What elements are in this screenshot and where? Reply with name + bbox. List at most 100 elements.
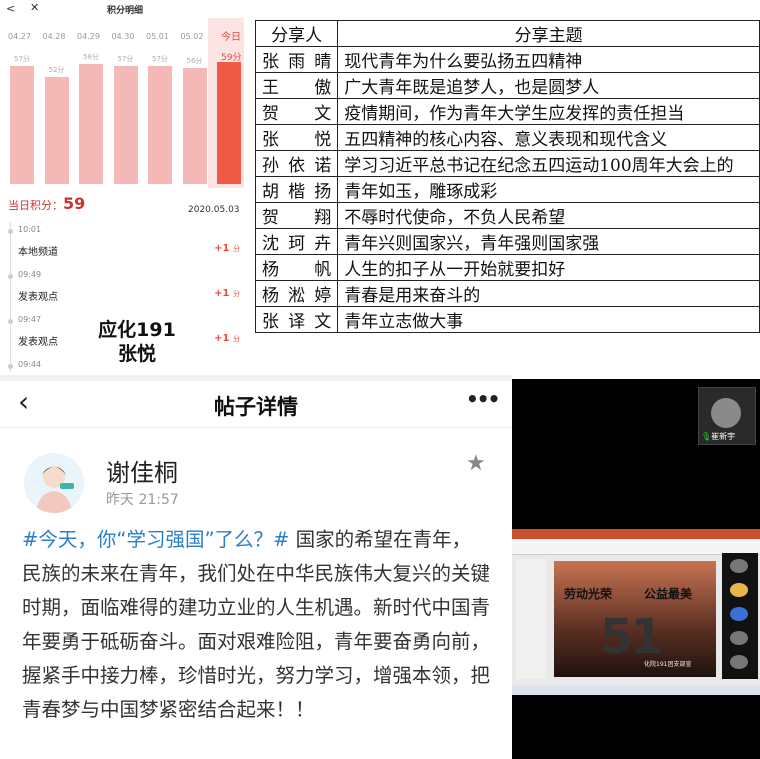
today-points-label: 当日积分： bbox=[8, 199, 63, 212]
points-bar bbox=[182, 68, 207, 184]
sharer-name: 孙依诺 bbox=[254, 150, 339, 177]
table-row: 杨帆 人生的扣子从一开始就要扣好 bbox=[254, 254, 760, 281]
signature-line-name: 张悦 bbox=[117, 343, 156, 365]
os-taskbar bbox=[512, 685, 760, 695]
table-row: 贺文 疫情期间，作为青年大学生应发挥的责任担当 bbox=[254, 98, 760, 125]
table-header-row: 分享人 分享主题 bbox=[254, 20, 760, 47]
sharer-name: 杨帆 bbox=[254, 254, 339, 281]
star-icon[interactable]: ★ bbox=[466, 451, 486, 476]
event-gain-unit: 分 bbox=[233, 245, 240, 253]
bar-date-label: 05.01 bbox=[146, 32, 169, 41]
bar-date-label: 04.30 bbox=[111, 32, 135, 41]
share-topic: 青春是用来奋斗的 bbox=[337, 280, 760, 307]
today-points-value: 59 bbox=[63, 194, 86, 213]
share-topic: 不辱时代使命，不负人民希望 bbox=[337, 202, 760, 229]
video-call-panel: 🎙崔新宇 劳动光荣 公益最美 51 化院191团支部宣 bbox=[512, 379, 760, 759]
bar-date-label: 05.02 bbox=[180, 32, 204, 41]
more-icon[interactable]: ••• bbox=[466, 387, 500, 411]
ppt-slide: 劳动光荣 公益最美 51 化院191团支部宣 bbox=[554, 561, 716, 677]
post-time: 昨天 21:57 bbox=[106, 492, 179, 508]
share-topic: 青年立志做大事 bbox=[337, 306, 760, 333]
table-row: 张悦 五四精神的核心内容、意义表现和现代含义 bbox=[254, 124, 760, 151]
header-sharer: 分享人 bbox=[254, 20, 339, 47]
share-topic: 人生的扣子从一开始就要扣好 bbox=[337, 254, 760, 281]
participant-thumb[interactable] bbox=[730, 631, 748, 645]
sharer-name: 沈珂卉 bbox=[254, 228, 339, 255]
share-topic: 青年如玉，雕琢成彩 bbox=[337, 176, 760, 203]
participant-thumb[interactable] bbox=[730, 607, 748, 621]
post-body: #今天，你“学习强国”了么？# 国家的希望在青年，民族的未来在青年，我们处在中华… bbox=[22, 523, 490, 727]
participant-list bbox=[722, 553, 758, 679]
points-detail-panel: < ✕ 积分明细 04.27 57分 04.28 52分 04.29 58分 04.30 57… bbox=[0, 0, 250, 375]
points-bar-chart: 04.27 57分 04.28 52分 04.29 58分 04.30 57分 05.01 57分… bbox=[0, 18, 250, 188]
participant-label: 🎙崔新宇 bbox=[701, 431, 735, 442]
bar-value-label: 52分 bbox=[48, 65, 65, 74]
timeline-dot bbox=[8, 364, 13, 369]
share-table: 分享人 分享主题 张雨晴 现代青年为什么要弘扬五四精神 王傲 广大青年既是追梦人，也是… bbox=[254, 20, 760, 333]
participant-avatar bbox=[711, 398, 741, 428]
points-event: 09:49 发表观点 +1 分 bbox=[8, 270, 240, 315]
avatar-illustration-icon bbox=[36, 466, 74, 513]
event-name: 发表观点 bbox=[18, 292, 58, 303]
bar-date-label: 04.29 bbox=[77, 32, 100, 41]
event-time: 09:47 bbox=[18, 315, 42, 324]
participant-thumb[interactable] bbox=[730, 583, 748, 597]
post-detail-panel: ‹ 帖子详情 ••• 谢佳桐 昨天 21:57 ★ #今天，你“学习强国”了么？… bbox=[0, 375, 512, 759]
topic-tag[interactable]: #今天，你“学习强国”了么？# bbox=[22, 528, 289, 551]
share-topic: 疫情期间，作为青年大学生应发挥的责任担当 bbox=[337, 98, 760, 125]
bar-value-label: 57分 bbox=[117, 55, 134, 64]
table-row: 张雨晴 现代青年为什么要弘扬五四精神 bbox=[254, 46, 760, 73]
bar-date-label: 今日 bbox=[221, 32, 241, 43]
sharer-name: 杨淞婷 bbox=[254, 280, 339, 307]
event-name: 发表观点 bbox=[18, 337, 58, 348]
post-nav-bar: ‹ 帖子详情 ••• bbox=[0, 381, 512, 425]
points-bar bbox=[148, 66, 172, 184]
sharer-name: 贺翔 bbox=[254, 202, 339, 229]
event-time: 09:49 bbox=[18, 270, 42, 279]
points-header: < ✕ 积分明细 bbox=[0, 0, 250, 18]
bar-date-label: 04.27 bbox=[8, 32, 31, 41]
event-gain: +1 分 bbox=[214, 333, 240, 344]
event-gain: +1 分 bbox=[214, 243, 240, 254]
post-text: 国家的希望在青年，民族的未来在青年，我们处在中华民族伟大复兴的关键时期，面临难得… bbox=[22, 528, 491, 721]
post-title: 帖子详情 bbox=[214, 395, 298, 419]
event-name: 本地频道 bbox=[18, 247, 58, 258]
table-row: 杨淞婷 青春是用来奋斗的 bbox=[254, 280, 760, 307]
sharer-name: 贺文 bbox=[254, 98, 339, 125]
participant-thumb[interactable] bbox=[730, 655, 748, 669]
bar-value-label: 57分 bbox=[14, 55, 30, 64]
event-gain: +1 分 bbox=[214, 288, 240, 299]
share-table-panel: 分享人 分享主题 张雨晴 现代青年为什么要弘扬五四精神 王傲 广大青年既是追梦人，也是… bbox=[250, 0, 760, 375]
sharer-name: 张悦 bbox=[254, 124, 339, 151]
timeline-dot bbox=[8, 229, 13, 234]
shared-screen: 劳动光荣 公益最美 51 化院191团支部宣 bbox=[512, 529, 760, 695]
sharer-name: 胡楷扬 bbox=[254, 176, 339, 203]
points-bar bbox=[217, 62, 241, 184]
points-bar bbox=[79, 64, 103, 184]
event-gain-unit: 分 bbox=[233, 290, 240, 298]
share-topic: 五四精神的核心内容、意义表现和现代含义 bbox=[337, 124, 760, 151]
bar-value-label: 58分 bbox=[83, 53, 99, 62]
points-bar bbox=[113, 66, 138, 184]
nav-divider bbox=[0, 427, 512, 428]
share-topic: 广大青年既是追梦人，也是圆梦人 bbox=[337, 72, 760, 99]
table-row: 王傲 广大青年既是追梦人，也是圆梦人 bbox=[254, 72, 760, 99]
slide-big-number: 51 bbox=[600, 609, 664, 665]
signature-text: 应化191 张悦 bbox=[92, 318, 182, 366]
participant-camera-tile[interactable]: 🎙崔新宇 bbox=[698, 387, 756, 445]
table-row: 孙依诺 学习习近平总书记在纪念五四运动100周年大会上的 bbox=[254, 150, 760, 177]
event-time: 09:44 bbox=[18, 360, 42, 369]
slide-subtitle: 化院191团支部宣 bbox=[644, 661, 692, 668]
table-row: 贺翔 不辱时代使命，不负人民希望 bbox=[254, 202, 760, 229]
event-time: 10:01 bbox=[18, 225, 42, 234]
event-gain-value: +1 bbox=[214, 243, 230, 254]
timeline-dot bbox=[8, 319, 13, 324]
share-topic: 现代青年为什么要弘扬五四精神 bbox=[337, 46, 760, 73]
author-name[interactable]: 谢佳桐 bbox=[106, 453, 178, 488]
avatar[interactable] bbox=[24, 453, 84, 513]
table-row: 沈珂卉 青年兴则国家兴，青年强则国家强 bbox=[254, 228, 760, 255]
participant-thumb[interactable] bbox=[730, 559, 748, 573]
points-date: 2020.05.03 bbox=[188, 205, 240, 215]
sharer-name: 张雨晴 bbox=[254, 46, 339, 73]
table-row: 张译文 青年立志做大事 bbox=[254, 306, 760, 333]
